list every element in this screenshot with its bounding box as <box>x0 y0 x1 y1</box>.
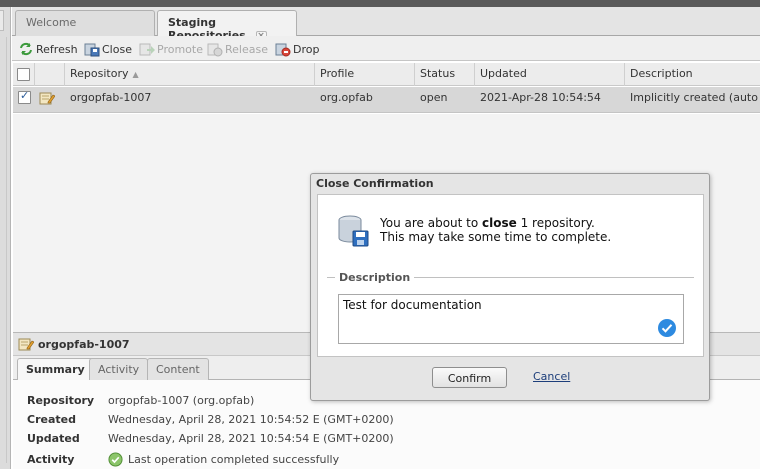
column-header-repository[interactable]: Repository ▲ <box>65 63 315 86</box>
column-header-description[interactable]: Description <box>625 63 760 86</box>
summary-row-updated: Updated Wednesday, April 28, 2021 10:54:… <box>27 429 394 447</box>
field-label: Repository <box>27 393 95 407</box>
select-all-checkbox[interactable] <box>17 68 30 81</box>
spellcheck-badge-icon[interactable] <box>657 318 677 338</box>
column-label: Repository <box>70 67 129 80</box>
description-textarea[interactable]: Test for documentation <box>338 294 684 344</box>
select-all-column <box>13 63 35 86</box>
message-line-2: This may take some time to complete. <box>380 230 612 244</box>
close-label: Close <box>102 42 132 56</box>
left-panel-scrollbar[interactable] <box>2 37 7 463</box>
confirm-button[interactable]: Confirm <box>432 367 507 388</box>
tab-content[interactable]: Content <box>147 358 209 380</box>
column-header-profile[interactable]: Profile <box>315 63 415 86</box>
drop-icon <box>275 43 291 57</box>
field-value: orgopfab-1007 (org.opfab) <box>108 393 255 407</box>
tab-welcome[interactable]: Welcome <box>15 10 155 36</box>
table-row[interactable]: orgopfab-1007 org.opfab open 2021-Apr-28… <box>13 87 760 113</box>
window-top-bar <box>0 0 760 7</box>
message-prefix: You are about to <box>380 216 483 230</box>
drop-button[interactable]: Drop <box>275 40 319 58</box>
row-checkbox[interactable] <box>18 89 31 104</box>
grid-header: Repository ▲ Profile Status Updated Descr… <box>13 63 760 86</box>
description-legend: Description <box>335 271 415 284</box>
dialog-body: You are about to close 1 repository. Thi… <box>317 194 704 357</box>
refresh-label: Refresh <box>36 42 78 56</box>
promote-button[interactable]: Promote <box>139 40 203 58</box>
drop-label: Drop <box>293 42 320 56</box>
confirmation-message: You are about to close 1 repository. Thi… <box>380 216 611 244</box>
tab-activity[interactable]: Activity <box>89 358 149 380</box>
collapsed-left-panel[interactable] <box>0 7 11 469</box>
refresh-button[interactable]: Refresh <box>18 40 78 58</box>
repository-edit-icon <box>39 92 56 105</box>
field-label: Created <box>27 412 76 426</box>
release-button[interactable]: Release <box>207 40 268 58</box>
column-header-status[interactable]: Status <box>415 63 475 86</box>
cell-description: Implicitly created (auto staging). <box>630 91 760 104</box>
tab-label: Summary <box>26 363 85 376</box>
cell-profile: org.opfab <box>320 91 373 104</box>
cell-status: open <box>420 91 448 104</box>
summary-row-created: Created Wednesday, April 28, 2021 10:54:… <box>27 410 394 428</box>
tab-label: Content <box>156 363 200 376</box>
release-label: Release <box>225 42 268 56</box>
left-panel-tab-stub[interactable] <box>0 10 4 31</box>
detail-title: orgopfab-1007 <box>38 337 130 351</box>
column-header-updated[interactable]: Updated <box>475 63 625 86</box>
cell-updated: 2021-Apr-28 10:54:54 <box>480 91 601 104</box>
field-value: Last operation completed successfully <box>128 452 340 466</box>
close-repo-icon <box>84 43 100 57</box>
repository-edit-icon <box>18 338 34 351</box>
field-label: Activity <box>27 452 75 466</box>
message-action: close <box>482 216 517 230</box>
description-text: Test for documentation <box>343 298 482 312</box>
close-repo-button[interactable]: Close <box>84 40 132 58</box>
field-value: Wednesday, April 28, 2021 10:54:54 E (GM… <box>108 431 394 445</box>
row-icon-cell <box>37 87 65 113</box>
tab-staging-repositories[interactable]: Staging Repositories × <box>157 10 297 42</box>
refresh-icon <box>20 42 32 56</box>
summary-row-repository: Repository orgopfab-1007 (org.opfab) <box>27 391 254 409</box>
description-fieldset: Description Test for documentation <box>327 271 694 344</box>
column-label: Description <box>630 67 693 80</box>
promote-label: Promote <box>157 42 203 56</box>
close-confirmation-dialog: Close Confirmation You are about to clos… <box>310 173 710 401</box>
cancel-link[interactable]: Cancel <box>533 370 570 383</box>
promote-icon <box>139 43 155 56</box>
field-label: Updated <box>27 431 80 445</box>
message-suffix: 1 repository. <box>516 216 595 230</box>
tab-summary[interactable]: Summary <box>17 358 94 381</box>
release-icon <box>207 43 223 57</box>
sort-ascending-icon: ▲ <box>132 70 139 79</box>
cell-repository: orgopfab-1007 <box>70 91 152 104</box>
toolbar: Refresh Close Promote Release Drop <box>12 36 760 61</box>
field-value-wrapper: Last operation completed successfully <box>108 451 340 467</box>
tab-bar: Welcome Staging Repositories × <box>12 7 760 42</box>
success-icon <box>108 451 123 467</box>
column-label: Updated <box>480 67 527 80</box>
summary-row-activity: Activity Last operation completed succes… <box>27 450 339 468</box>
column-label: Profile <box>320 67 355 80</box>
column-label: Status <box>420 67 456 80</box>
dialog-title: Close Confirmation <box>316 177 434 190</box>
field-value: Wednesday, April 28, 2021 10:54:52 E (GM… <box>108 412 394 426</box>
icon-column <box>35 63 65 86</box>
database-save-icon <box>338 215 369 247</box>
tab-label: Activity <box>98 363 140 376</box>
tab-label: Welcome <box>26 16 77 29</box>
